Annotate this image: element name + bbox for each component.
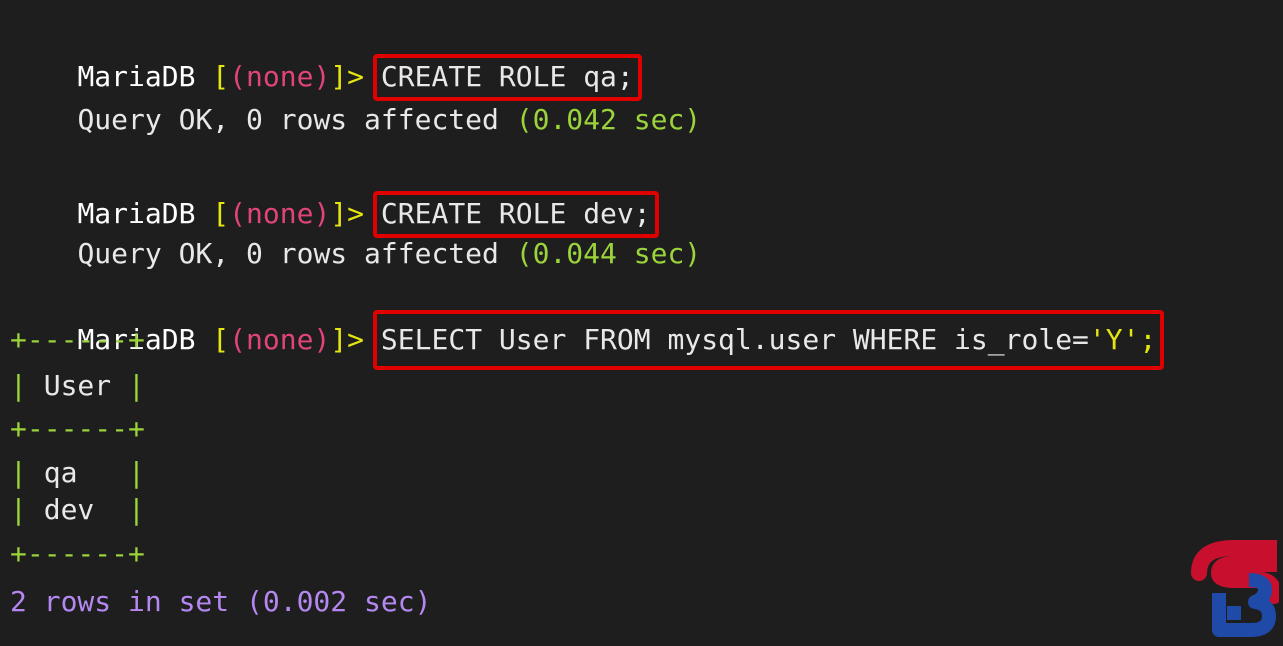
command-select-roles: SELECT User FROM mysql.user WHERE is_rol… bbox=[372, 310, 1165, 370]
table-border-mid: +------+ bbox=[10, 412, 145, 445]
table-row: | dev | bbox=[10, 493, 145, 526]
result-line-2: Query OK, 0 rows affected (0.044 sec) bbox=[10, 194, 701, 270]
result-line-1: Query OK, 0 rows affected (0.042 sec) bbox=[10, 60, 701, 136]
table-header-row: | User | bbox=[10, 369, 145, 402]
prompt-line-1: MariaDB [(none)]> CREATE ROLE qa; bbox=[10, 17, 642, 101]
result-text: Query OK, 0 rows affected bbox=[77, 237, 516, 270]
result-text: Query OK, 0 rows affected bbox=[77, 103, 516, 136]
rows-in-set-footer: 2 rows in set (0.002 sec) bbox=[10, 585, 432, 618]
table-border-top: +------+ bbox=[10, 323, 145, 356]
table-border-bottom: +------+ bbox=[10, 537, 145, 570]
prompt-context: (none) bbox=[229, 323, 331, 356]
terminal-window[interactable]: MariaDB [(none)]> CREATE ROLE qa; Query … bbox=[0, 0, 1283, 646]
prompt-close-bracket: ]> bbox=[330, 323, 365, 356]
table-row: | qa | bbox=[10, 456, 145, 489]
prompt-open-bracket: [ bbox=[195, 323, 230, 356]
sb-logo-icon bbox=[1189, 538, 1282, 638]
prompt-line-3: MariaDB [(none)]> SELECT User FROM mysql… bbox=[10, 280, 1165, 370]
result-time: (0.044 sec) bbox=[515, 237, 702, 270]
string-literal: 'Y' bbox=[1088, 323, 1140, 356]
statement-terminator: ; bbox=[1139, 323, 1157, 356]
result-time: (0.042 sec) bbox=[515, 103, 702, 136]
prompt-line-2: MariaDB [(none)]> CREATE ROLE dev; bbox=[10, 154, 659, 238]
